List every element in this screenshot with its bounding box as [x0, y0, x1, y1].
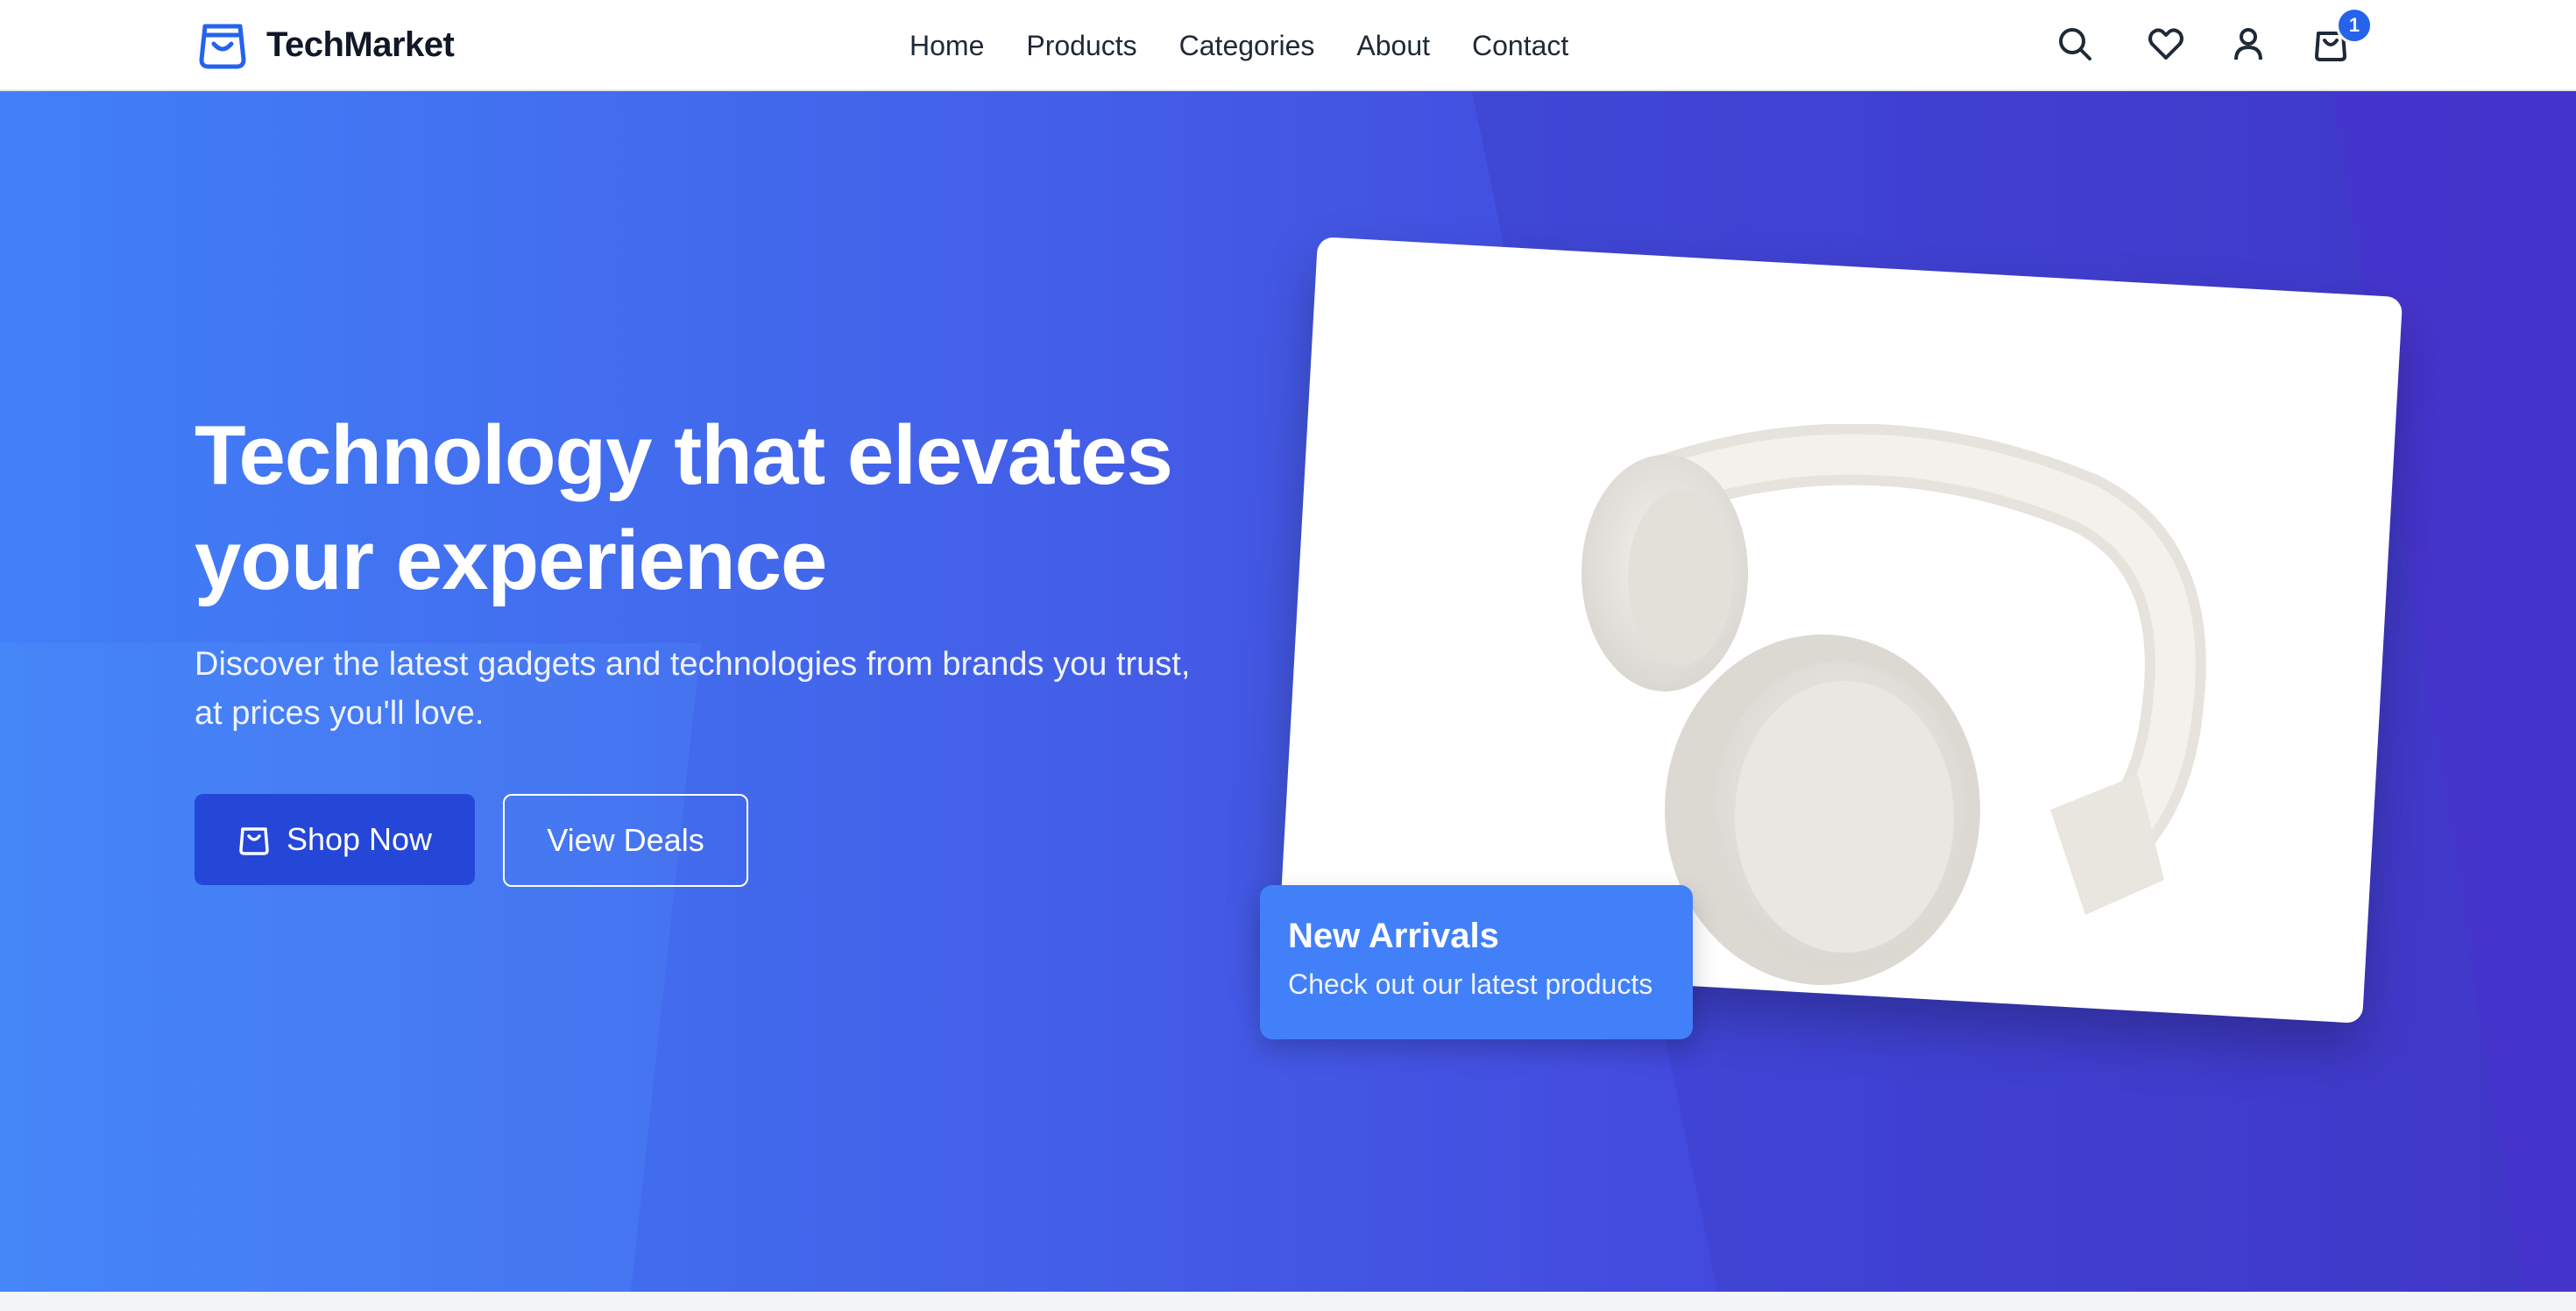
nav-link-categories[interactable]: Categories — [1179, 26, 1315, 65]
new-arrivals-promo[interactable]: New Arrivals Check out our latest produc… — [1260, 885, 1693, 1039]
header-actions: 1 — [2056, 7, 2373, 63]
nav-link-about[interactable]: About — [1356, 26, 1430, 65]
user-icon[interactable] — [2229, 25, 2268, 63]
shopping-bag-icon — [199, 24, 246, 69]
brand-name: TechMarket — [266, 25, 455, 64]
top-navigation-bar: TechMarket Home Products Categories Abou… — [0, 0, 2576, 91]
main-menu: Home Products Categories About Contact — [909, 26, 1568, 65]
shop-now-button[interactable]: Shop Now — [195, 794, 475, 885]
search-icon[interactable] — [2056, 25, 2094, 63]
hero-subtitle: Discover the latest gadgets and technolo… — [195, 646, 1191, 732]
nav-link-contact[interactable]: Contact — [1472, 26, 1568, 65]
next-section-edge — [0, 1292, 2576, 1311]
view-deals-button[interactable]: View Deals — [503, 794, 748, 887]
promo-title: New Arrivals — [1288, 917, 1499, 955]
shopping-bag-icon — [239, 827, 269, 855]
promo-subtitle: Check out our latest products — [1288, 968, 1653, 1000]
shop-now-label: Shop Now — [286, 821, 433, 857]
nav-link-home[interactable]: Home — [909, 26, 984, 65]
nav-link-products[interactable]: Products — [1026, 26, 1136, 65]
cart-icon[interactable]: 1 — [2311, 7, 2373, 63]
view-deals-label: View Deals — [547, 822, 704, 858]
heart-icon[interactable] — [2147, 25, 2185, 63]
brand-logo[interactable]: TechMarket — [196, 18, 455, 72]
hero-title: Technology that elevates your experience — [195, 408, 1173, 607]
hero-section: Technology that elevates your experience… — [0, 91, 2576, 1292]
cart-count-badge: 1 — [2336, 7, 2373, 44]
